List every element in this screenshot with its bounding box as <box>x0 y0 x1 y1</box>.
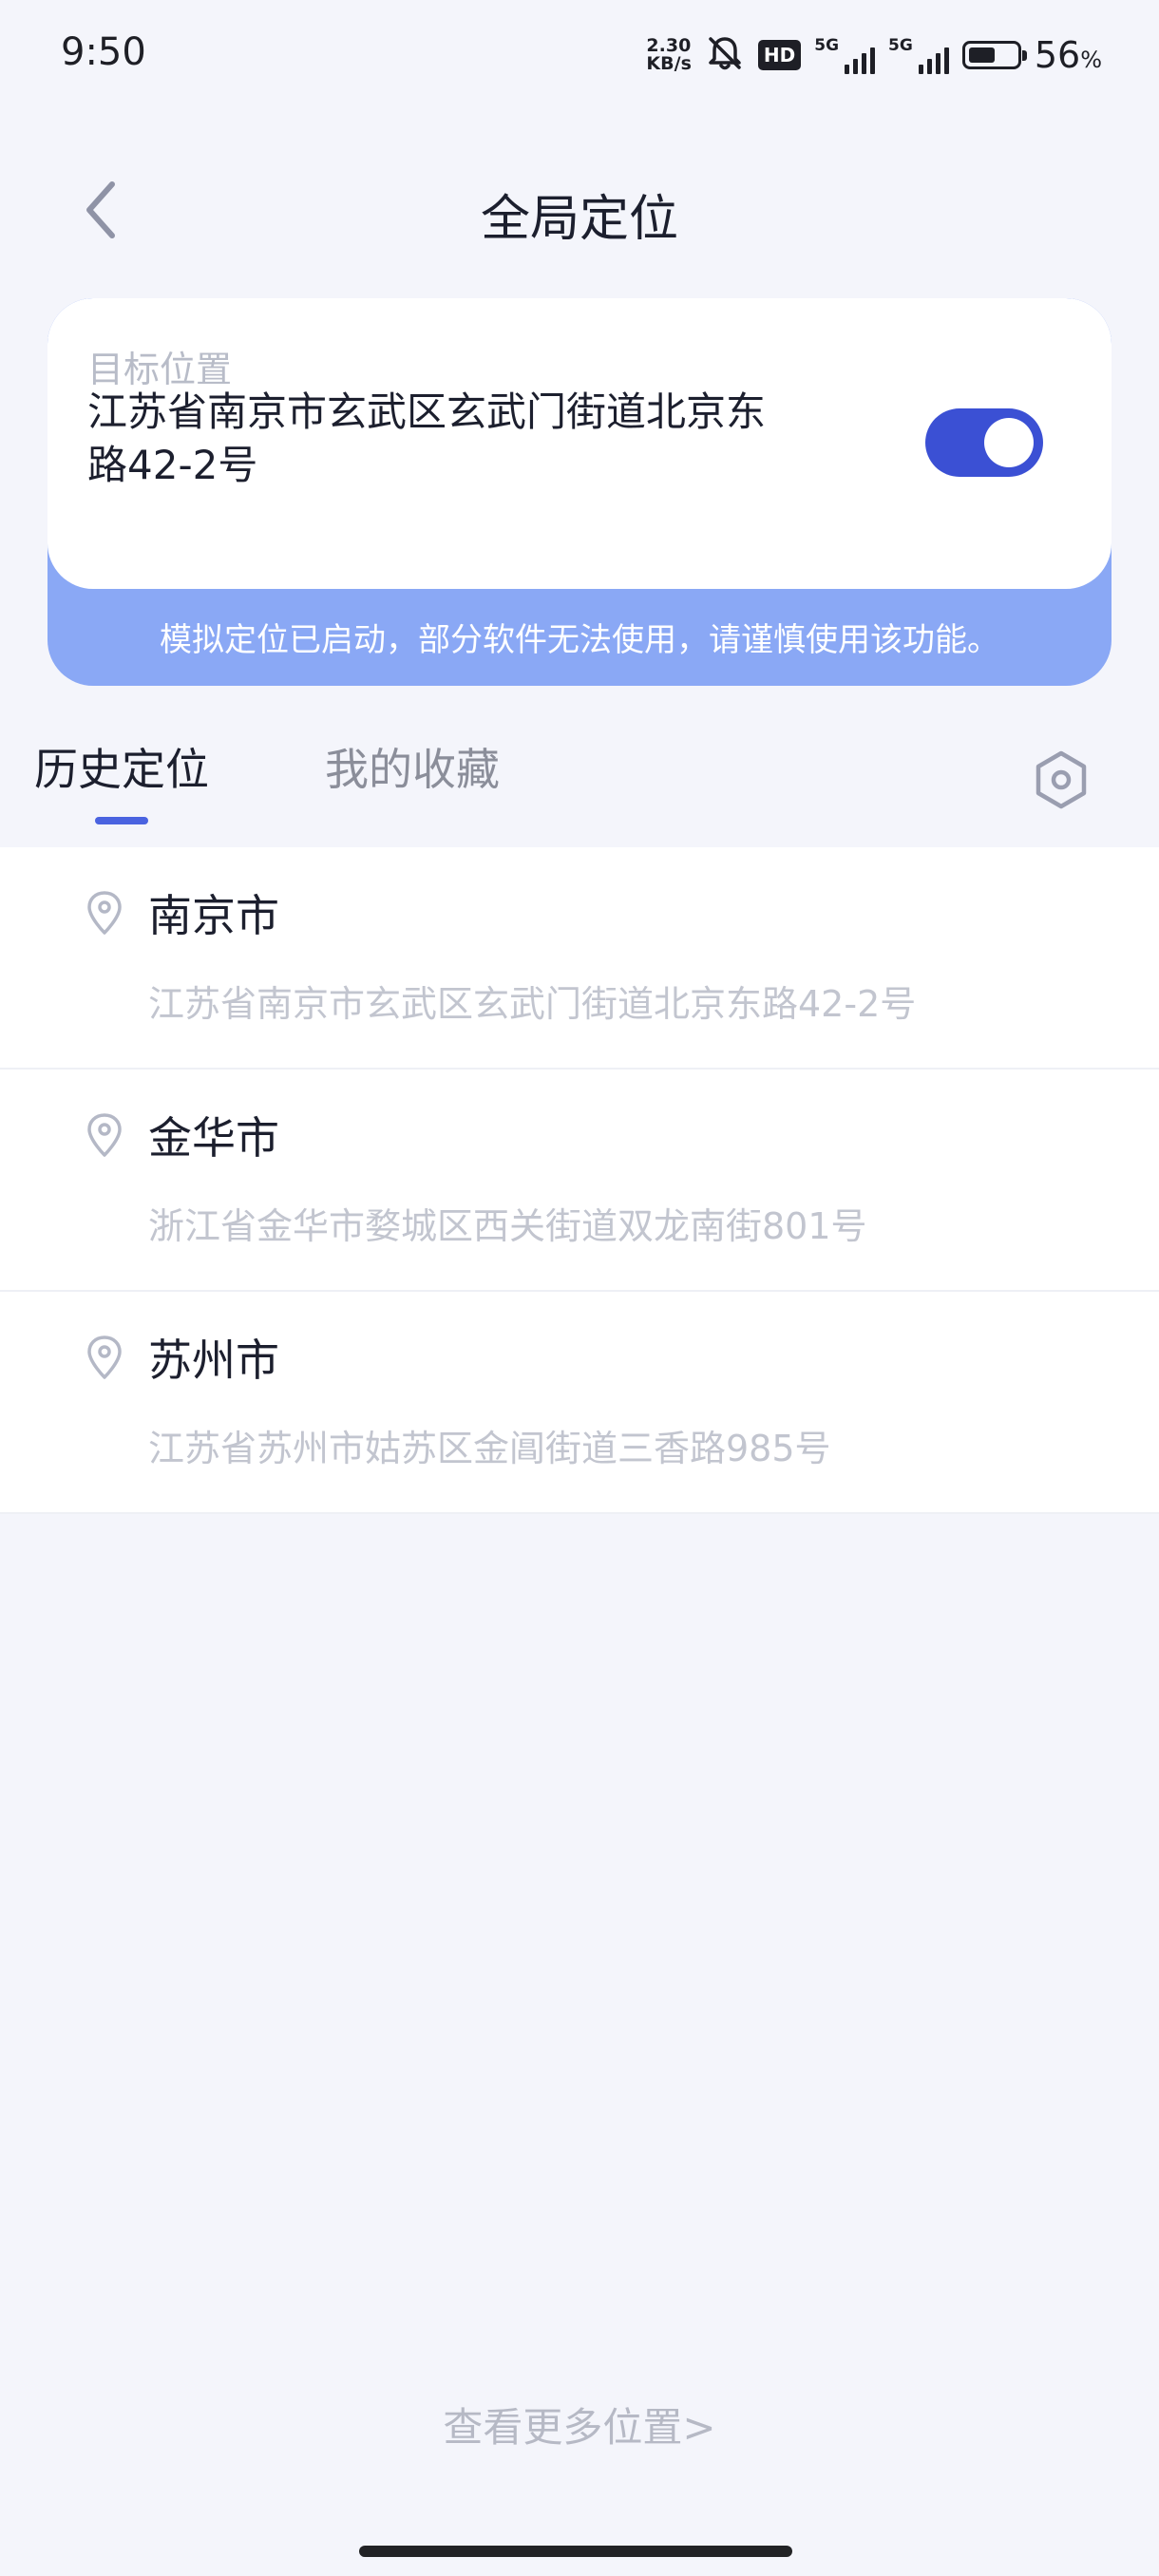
mock-location-warning: 模拟定位已启动，部分软件无法使用，请谨慎使用该功能。 <box>160 621 999 659</box>
battery-percent: 56 % <box>1035 34 1102 76</box>
header: 全局定位 <box>0 152 1159 266</box>
history-item[interactable]: 南京市 江苏省南京市玄武区玄武门街道北京东路42-2号 <box>0 847 1159 1070</box>
location-pin-icon <box>87 891 122 935</box>
settings-button[interactable] <box>1028 747 1094 813</box>
bell-off-icon <box>705 33 745 77</box>
page-title: 全局定位 <box>480 191 678 248</box>
history-item[interactable]: 苏州市 江苏省苏州市姑苏区金阊街道三香路985号 <box>0 1292 1159 1514</box>
status-icons: 2.30 KB/s HD 5G 5G 56 % <box>646 32 1102 78</box>
signal-sim2-label: 5G <box>888 36 913 55</box>
battery-fill <box>968 47 995 63</box>
location-pin-icon <box>87 1335 122 1379</box>
battery-icon <box>961 41 1027 69</box>
signal-bar <box>943 47 949 74</box>
tab-bar: 历史定位 我的收藏 <box>0 722 1159 845</box>
active-tab-indicator <box>95 817 148 824</box>
network-speed-unit: KB/s <box>646 53 692 74</box>
signal-bar <box>853 59 859 74</box>
tab-history[interactable]: 历史定位 <box>34 735 209 798</box>
signal-bar <box>845 65 850 74</box>
signal-sim2-icon: 5G <box>888 36 949 74</box>
toggle-knob <box>984 418 1034 467</box>
status-bar: 9:50 2.30 KB/s HD 5G 5G 56 % <box>0 0 1159 114</box>
home-indicator[interactable] <box>359 2546 792 2557</box>
location-pin-icon <box>87 1113 122 1157</box>
target-location-label: 目标位置 <box>87 349 233 390</box>
signal-bar <box>918 65 923 74</box>
tab-favorites[interactable]: 我的收藏 <box>325 735 500 798</box>
target-location-address: 江苏省南京市玄武区玄武门街道北京东路42-2号 <box>87 388 767 488</box>
history-list: 南京市 江苏省南京市玄武区玄武门街道北京东路42-2号 金华市 浙江省金华市婺城… <box>0 847 1159 1514</box>
battery-percent-value: 56 <box>1034 34 1081 76</box>
network-speed: 2.30 KB/s <box>646 37 691 73</box>
signal-bar <box>935 53 940 74</box>
history-item-address: 江苏省南京市玄武区玄武门街道北京东路42-2号 <box>148 983 917 1025</box>
signal-sim1-icon: 5G <box>814 36 876 74</box>
hexagon-settings-icon <box>1036 750 1087 809</box>
hd-badge: HD <box>757 40 802 70</box>
history-item-address: 浙江省金华市婺城区西关街道双龙南街801号 <box>148 1205 867 1247</box>
signal-bar <box>862 53 867 74</box>
view-more-locations-link[interactable]: 查看更多位置> <box>0 2396 1159 2453</box>
history-item-city: 南京市 <box>148 890 279 941</box>
status-time: 9:50 <box>61 30 146 74</box>
history-item-city: 金华市 <box>148 1112 279 1164</box>
signal-bar <box>870 47 876 74</box>
target-location-panel: 目标位置 江苏省南京市玄武区玄武门街道北京东路42-2号 <box>48 298 1112 589</box>
battery-percent-sign: % <box>1080 47 1102 73</box>
mock-location-toggle[interactable] <box>925 408 1043 477</box>
signal-sim1-label: 5G <box>814 36 840 55</box>
history-item-address: 江苏省苏州市姑苏区金阊街道三香路985号 <box>148 1428 831 1469</box>
history-item[interactable]: 金华市 浙江省金华市婺城区西关街道双龙南街801号 <box>0 1070 1159 1292</box>
history-item-city: 苏州市 <box>148 1335 279 1386</box>
signal-bar <box>926 59 932 74</box>
target-location-card: 目标位置 江苏省南京市玄武区玄武门街道北京东路42-2号 模拟定位已启动，部分软… <box>48 298 1112 686</box>
